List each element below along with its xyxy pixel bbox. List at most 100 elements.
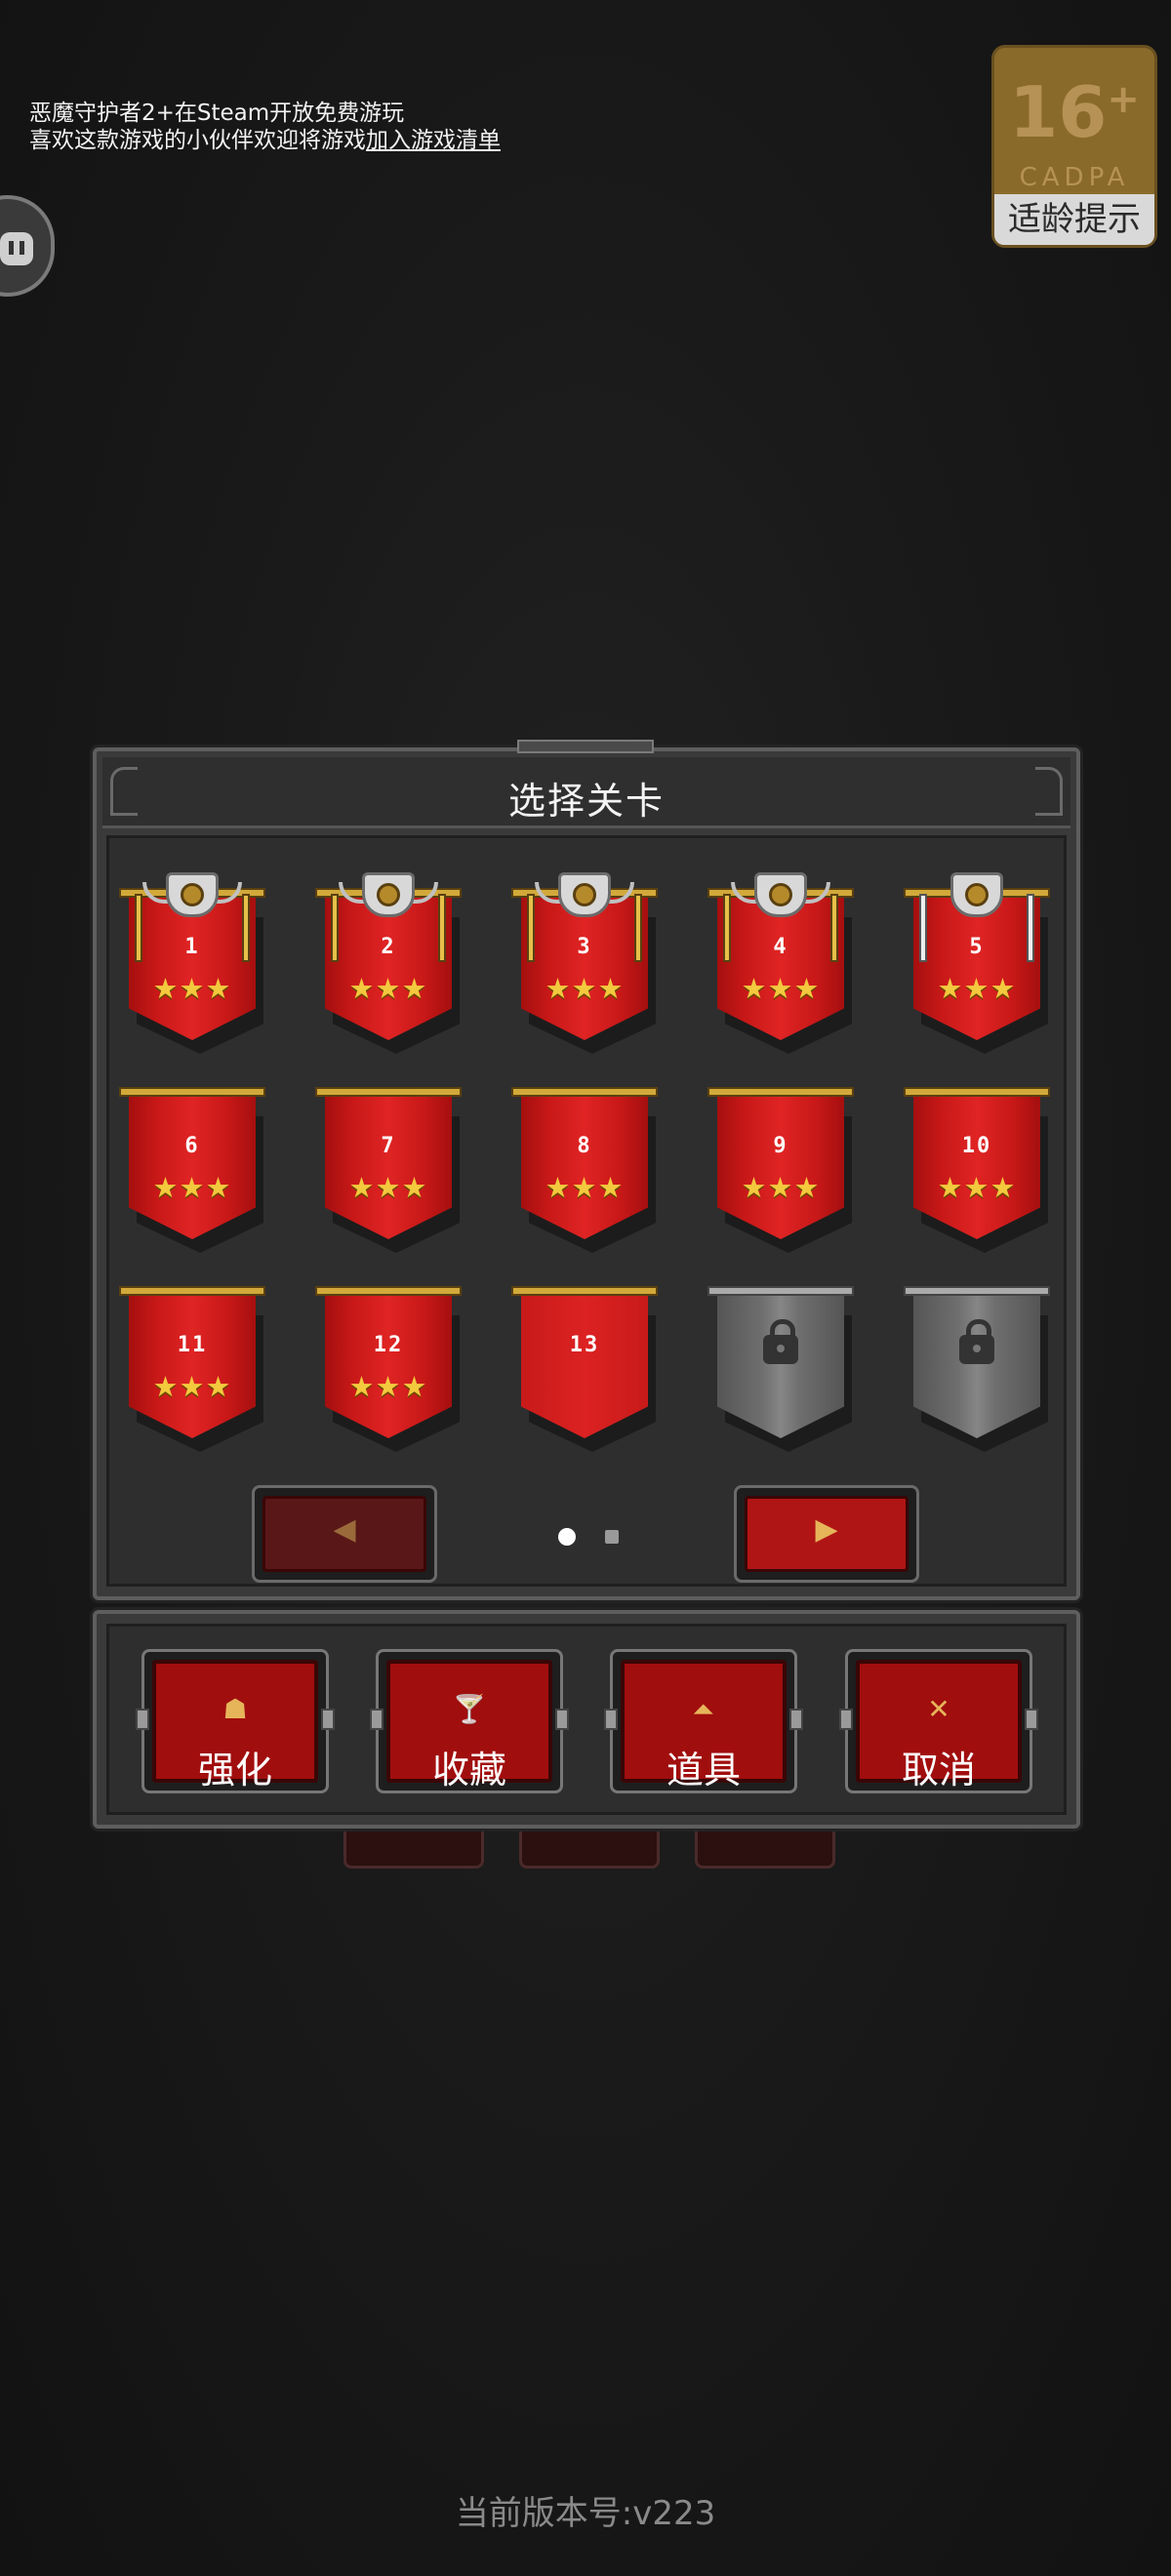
- stud-ornament: [321, 1709, 335, 1730]
- level-number: 12: [373, 1333, 404, 1357]
- floating-assistant-button[interactable]: [0, 195, 55, 297]
- boss-crest-icon: [166, 872, 219, 917]
- level-banner[interactable]: 5 ★★★: [904, 872, 1050, 1064]
- panel-top-ornament: [517, 740, 654, 753]
- level-number: 13: [569, 1333, 600, 1357]
- page-dot[interactable]: [558, 1528, 576, 1546]
- level-number: 3: [577, 935, 592, 959]
- level-banner[interactable]: 2 ★★★: [315, 872, 462, 1064]
- level-stars: ★★★: [348, 972, 428, 1005]
- level-banner[interactable]: 12 ★★★: [315, 1286, 462, 1462]
- cancel-button[interactable]: ✕ 取消: [839, 1649, 1038, 1793]
- boss-crest-icon: [950, 872, 1003, 917]
- level-number: 4: [773, 935, 788, 959]
- level-stars: ★★★: [937, 972, 1017, 1005]
- level-stars: ★★★: [741, 972, 821, 1005]
- stud-ornament: [789, 1709, 803, 1730]
- banner-rod: [511, 1087, 658, 1097]
- level-number: 11: [177, 1333, 208, 1357]
- banner-rod: [904, 1286, 1050, 1296]
- notice-line-2: 喜欢这款游戏的小伙伴欢迎将游戏加入游戏清单: [29, 127, 501, 154]
- stud-ornament: [1025, 1709, 1038, 1730]
- level-number: 8: [577, 1134, 592, 1158]
- next-page-face: ▶: [745, 1496, 909, 1572]
- level-number: 10: [961, 1134, 992, 1158]
- items-button-face: ⏶ 道具: [621, 1660, 787, 1791]
- wishlist-link[interactable]: 加入游戏清单: [366, 128, 501, 153]
- level-stars: ★★★: [348, 1171, 428, 1204]
- age-rating-number: 16+: [1009, 71, 1140, 153]
- stud-ornament: [839, 1709, 853, 1730]
- level-banner[interactable]: 13: [511, 1286, 658, 1462]
- level-stars: ★★★: [937, 1171, 1017, 1204]
- level-banner[interactable]: 9 ★★★: [707, 1087, 854, 1263]
- level-stars: ★★★: [152, 972, 232, 1005]
- boss-crest-icon: [362, 872, 415, 917]
- level-number: 7: [381, 1134, 396, 1158]
- notice-line-2-text: 喜欢这款游戏的小伙伴欢迎将游戏: [29, 128, 366, 153]
- level-number: 5: [969, 935, 985, 959]
- level-banner[interactable]: 3 ★★★: [511, 872, 658, 1064]
- arrow-left-icon: ◀: [333, 1512, 356, 1547]
- level-banner[interactable]: 4 ★★★: [707, 872, 854, 1064]
- prev-page-button[interactable]: ◀: [252, 1485, 437, 1583]
- banner-rod: [119, 1087, 265, 1097]
- banner-rod: [904, 1087, 1050, 1097]
- level-stars: ★★★: [152, 1171, 232, 1204]
- upgrade-button[interactable]: ☗ 强化: [136, 1649, 335, 1793]
- cancel-label: 取消: [901, 1749, 976, 1791]
- collection-button-face: 🍸 收藏: [386, 1660, 552, 1791]
- collection-button[interactable]: 🍸 收藏: [370, 1649, 569, 1793]
- items-label: 道具: [666, 1749, 741, 1791]
- cancel-button-face: ✕ 取消: [856, 1660, 1022, 1791]
- lock-icon: [763, 1319, 798, 1364]
- level-number: 2: [381, 935, 396, 959]
- level-banner[interactable]: 11 ★★★: [119, 1286, 265, 1462]
- items-button[interactable]: ⏶ 道具: [604, 1649, 803, 1793]
- level-stars: ★★★: [741, 1171, 821, 1204]
- banner-rod: [511, 1286, 658, 1296]
- boss-crest-icon: [558, 872, 611, 917]
- banner-rod: [315, 1087, 462, 1097]
- banner-rod: [119, 1286, 265, 1296]
- level-banner[interactable]: 6 ★★★: [119, 1087, 265, 1263]
- upgrade-button-face: ☗ 强化: [152, 1660, 318, 1791]
- panel-titlebar: 选择关卡: [102, 757, 1070, 828]
- notice-line-1: 恶魔守护者2+在Steam开放免费游玩: [29, 101, 405, 126]
- age-rating-tip: 适龄提示: [994, 194, 1154, 245]
- version-label: 当前版本号:v223: [455, 2494, 716, 2533]
- boss-crest-icon: [754, 872, 807, 917]
- next-page-button[interactable]: ▶: [734, 1485, 919, 1583]
- stud-ornament: [555, 1709, 569, 1730]
- panel-title: 选择关卡: [507, 780, 665, 823]
- assistant-face-icon: [0, 232, 33, 265]
- level-stars: ★★★: [545, 972, 625, 1005]
- goblet-icon: 🍸: [452, 1693, 487, 1725]
- potion-icon: ⏶: [692, 1693, 715, 1725]
- stud-ornament: [370, 1709, 384, 1730]
- age-rating-org: CADPA: [1019, 163, 1130, 192]
- level-number: 1: [184, 935, 200, 959]
- banner-rod: [707, 1286, 854, 1296]
- upgrade-icon: ☗: [222, 1693, 248, 1725]
- level-number: 9: [773, 1134, 788, 1158]
- level-stars: ★★★: [348, 1370, 428, 1403]
- page-dot[interactable]: [605, 1530, 619, 1544]
- level-banner[interactable]: 7 ★★★: [315, 1087, 462, 1263]
- stud-ornament: [604, 1709, 618, 1730]
- level-banner[interactable]: 8 ★★★: [511, 1087, 658, 1263]
- level-stars: ★★★: [545, 1171, 625, 1204]
- collection-label: 收藏: [431, 1749, 506, 1791]
- level-number: 6: [184, 1134, 200, 1158]
- age-rating-badge[interactable]: 16+ CADPA 适龄提示: [991, 45, 1157, 248]
- banner-rod: [707, 1087, 854, 1097]
- level-banner[interactable]: 10 ★★★: [904, 1087, 1050, 1263]
- level-banner: [707, 1286, 854, 1462]
- prev-page-face: ◀: [262, 1496, 426, 1572]
- arrow-right-icon: ▶: [815, 1512, 838, 1547]
- steam-notice: 恶魔守护者2+在Steam开放免费游玩 喜欢这款游戏的小伙伴欢迎将游戏加入游戏清…: [29, 100, 501, 154]
- banner-rod: [315, 1286, 462, 1296]
- upgrade-label: 强化: [197, 1749, 272, 1791]
- level-banner[interactable]: 1 ★★★: [119, 872, 265, 1064]
- lock-icon: [959, 1319, 994, 1364]
